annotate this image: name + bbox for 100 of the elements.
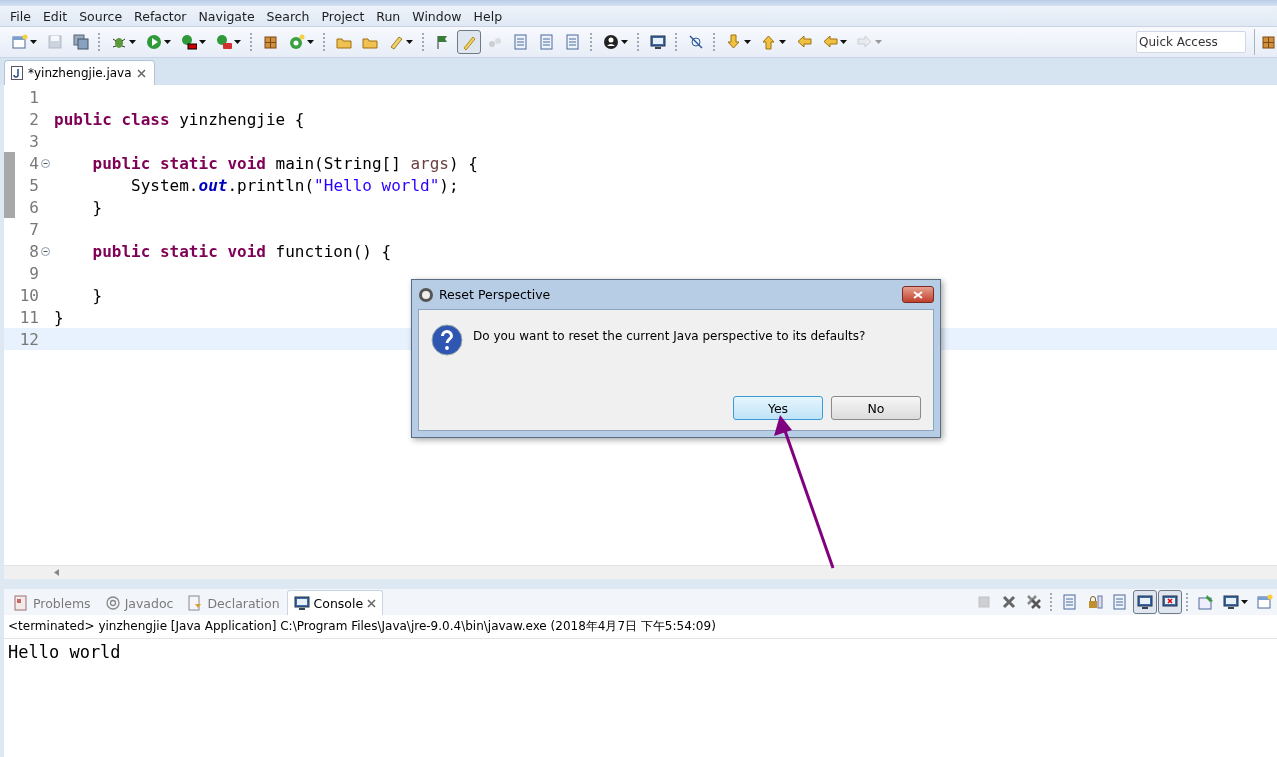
caret-icon	[30, 40, 37, 44]
code-line: }	[54, 307, 64, 327]
panel-tab[interactable]: Javadoc	[97, 590, 181, 615]
menu-item[interactable]: File	[4, 8, 37, 24]
x-icon	[1001, 594, 1017, 610]
quick-access-field[interactable]: Quick Access	[1136, 31, 1246, 53]
line-number: 9	[28, 263, 39, 283]
editor-tab[interactable]: *yinzhengjie.java	[4, 60, 155, 85]
menu-item[interactable]: Navigate	[192, 8, 261, 24]
code-line: System.out.println("Hello world");	[130, 175, 459, 195]
person-icon	[603, 34, 619, 50]
tab-label: Console	[313, 595, 364, 611]
page-icon	[1112, 594, 1128, 610]
caret-icon	[406, 40, 413, 44]
line-number: 1	[28, 87, 39, 107]
panel-tab[interactable]: Problems	[6, 590, 98, 615]
problems-icon	[13, 595, 29, 611]
caret-icon	[199, 40, 206, 44]
dialog-button[interactable]: Yes	[733, 396, 823, 420]
code-line: public class yinzhengjie {	[54, 109, 305, 129]
tab-label: *yinzhengjie.java	[28, 66, 132, 80]
close-icon[interactable]	[367, 598, 377, 608]
close-icon	[913, 290, 923, 299]
slash-icon	[688, 34, 704, 50]
play-case-icon	[216, 34, 232, 50]
menu-item[interactable]: Source	[73, 8, 129, 24]
line-number: 5	[28, 175, 39, 195]
caret-icon	[307, 40, 314, 44]
code-line: }	[91, 285, 103, 305]
monitor-icon	[1223, 594, 1239, 610]
console-output: Hello world	[7, 641, 122, 664]
play-flag-icon	[181, 34, 197, 50]
monitor-icon	[1137, 594, 1153, 610]
line-number: 3	[28, 131, 39, 151]
menu-item[interactable]: Window	[406, 8, 468, 24]
line-number: 6	[28, 197, 39, 217]
grid-icon	[263, 34, 279, 50]
gear-icon	[418, 286, 434, 303]
panel-tab[interactable]: Declaration	[180, 590, 287, 615]
circle-plus-icon	[289, 34, 305, 50]
play-icon	[146, 34, 162, 50]
page-icon	[539, 34, 555, 50]
caret-icon	[1241, 600, 1248, 604]
line-number: 4	[28, 153, 39, 173]
menu-item[interactable]: Help	[467, 8, 509, 24]
console-header: <terminated> yinzhengjie [Java Application] C:\Program Files\Java\jre-9.0.4\bin\javaw.exe (2018年4月7日 下午5:54:09)	[4, 615, 1277, 639]
close-button[interactable]	[902, 286, 934, 303]
grid-icon	[1261, 34, 1277, 50]
panel-tab[interactable]: Console	[286, 590, 384, 615]
caret-icon	[840, 40, 847, 44]
at-icon	[104, 595, 121, 611]
line-number: 11	[18, 307, 39, 327]
scroll-left-icon[interactable]	[54, 569, 60, 576]
disks-icon	[73, 34, 89, 50]
toolbar-button[interactable]	[1133, 590, 1157, 614]
page-icon	[565, 34, 581, 50]
code-line: public static void function() {	[91, 241, 392, 261]
arrow-left-icon	[796, 34, 812, 50]
java-file-icon	[11, 66, 23, 80]
dialog-message: Do you want to reset the current Java perspective to its defaults?	[473, 329, 866, 343]
dialog-title: Reset Perspective	[439, 287, 551, 302]
tab-label: Declaration	[207, 595, 280, 611]
caret-icon	[129, 40, 136, 44]
caret-icon	[875, 40, 882, 44]
caret-icon	[744, 40, 751, 44]
arrow-up-icon	[761, 34, 777, 50]
xx-icon	[1026, 594, 1042, 610]
stop-icon	[976, 594, 992, 610]
page-icon	[513, 34, 529, 50]
line-number: 2	[28, 109, 39, 129]
brush-icon	[461, 34, 477, 50]
menu-item[interactable]: Refactor	[128, 8, 193, 24]
fold-icon[interactable]	[40, 158, 50, 168]
new-doc-icon	[12, 34, 28, 50]
pen-icon	[388, 34, 404, 50]
line-number: 12	[18, 329, 39, 349]
dialog-button[interactable]: No	[831, 396, 921, 420]
menu-item[interactable]: Project	[315, 8, 371, 24]
pin-icon	[1198, 594, 1214, 610]
question-icon	[431, 324, 463, 356]
monitor-icon	[650, 34, 666, 50]
close-icon[interactable]	[136, 68, 146, 78]
menu-item[interactable]: Edit	[36, 8, 74, 24]
new-doc-icon	[1257, 594, 1273, 610]
menu-item[interactable]: Search	[260, 8, 316, 24]
menu-item[interactable]: Run	[370, 8, 407, 24]
line-number: 7	[28, 219, 39, 239]
caret-icon	[164, 40, 171, 44]
toolbar-button[interactable]	[1158, 590, 1182, 614]
fold-icon[interactable]	[40, 246, 50, 256]
tab-label: Problems	[33, 595, 91, 611]
monitor-icon	[293, 595, 310, 611]
arrow-left-icon	[822, 34, 838, 50]
monitor-x-icon	[1162, 594, 1178, 610]
line-number: 8	[28, 241, 39, 261]
code-line: }	[91, 197, 103, 217]
line-number: 10	[18, 285, 39, 305]
arrow-right-icon	[857, 34, 873, 50]
caret-icon	[621, 40, 628, 44]
caret-icon	[779, 40, 786, 44]
